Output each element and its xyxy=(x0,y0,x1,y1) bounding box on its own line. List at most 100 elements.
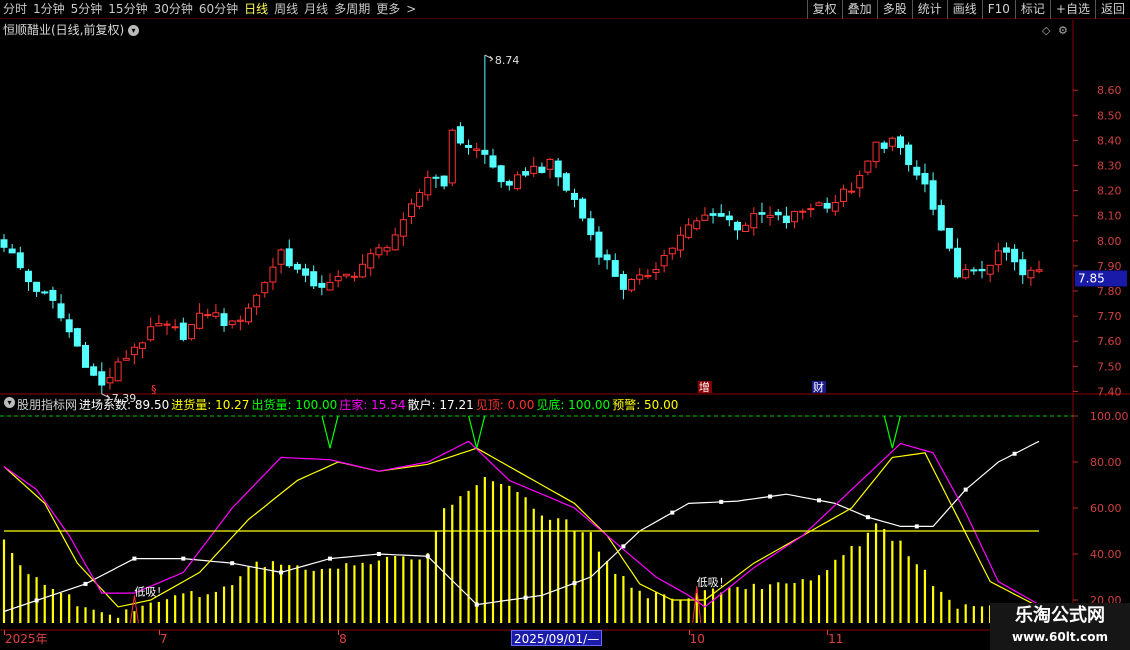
candle-body xyxy=(652,268,660,273)
candle-body xyxy=(261,282,269,294)
candle-body xyxy=(970,269,978,272)
indicator-dot xyxy=(670,510,675,515)
candle-body xyxy=(978,268,986,272)
price-tick-label: 7.40 xyxy=(1097,385,1122,398)
indicator-dot xyxy=(572,581,577,586)
candle-body xyxy=(187,324,195,340)
candle-body xyxy=(538,166,546,173)
candle-body xyxy=(1002,247,1010,253)
candle-body xyxy=(73,328,81,347)
indicator-dot xyxy=(425,554,430,559)
price-tick-label: 8.50 xyxy=(1097,109,1122,122)
gear-icon: ⚙ xyxy=(1058,24,1068,37)
candle-body xyxy=(685,224,693,238)
candle-body xyxy=(782,215,790,224)
candle-body xyxy=(815,202,823,206)
date-label: 8 xyxy=(339,632,347,646)
candle-body xyxy=(750,213,758,229)
candle-body xyxy=(587,218,595,236)
candle-body xyxy=(676,234,684,251)
candle-body xyxy=(212,312,220,317)
candle-body xyxy=(245,307,252,323)
candle-body xyxy=(994,250,1002,266)
candle-body xyxy=(293,263,301,270)
candle-body xyxy=(302,268,310,276)
candle-body xyxy=(448,129,456,184)
watermark-url: www.60lt.com xyxy=(1011,630,1109,644)
date-label: 10 xyxy=(689,632,705,646)
candle-body xyxy=(171,326,179,329)
indicator-title: 股朋指标网 xyxy=(17,398,78,412)
high-arrow xyxy=(484,54,494,62)
indicator-tick-label: 80.00 xyxy=(1090,456,1122,469)
legend-item: 出货量: 100.00 xyxy=(251,398,338,412)
indicator-dot xyxy=(474,602,479,607)
candle-body xyxy=(236,319,244,322)
candle-body xyxy=(962,268,970,279)
watermark: 乐淘公式网 www.60lt.com xyxy=(990,603,1130,650)
candle-body xyxy=(530,165,538,174)
candle-body xyxy=(872,141,880,163)
price-tick-label: 8.20 xyxy=(1097,185,1122,198)
watermark-title: 乐淘公式网 xyxy=(1015,605,1105,626)
candle-body xyxy=(774,211,782,216)
candle-body xyxy=(848,190,856,193)
legend-item: 庄家: 15.54 xyxy=(339,398,406,412)
candle-body xyxy=(562,173,570,191)
candle-body xyxy=(791,210,799,223)
candle-body xyxy=(285,248,293,267)
indicator-dot xyxy=(230,561,235,566)
indicator-dot xyxy=(328,556,332,561)
candle-body xyxy=(204,314,212,317)
legend-item: 散户: 17.21 xyxy=(407,398,474,412)
candle-body xyxy=(24,270,32,283)
candle-body xyxy=(277,249,285,265)
candle-body xyxy=(114,361,122,382)
candle-body xyxy=(497,165,505,183)
candle-body xyxy=(644,275,652,278)
legend-item: 预警: 50.00 xyxy=(612,398,679,412)
candle-body xyxy=(856,174,864,189)
indicator-dot xyxy=(34,598,39,603)
candle-body xyxy=(595,231,603,258)
candle-body xyxy=(228,320,236,326)
candle-body xyxy=(391,234,399,251)
chart-area[interactable]: ◇ ⚙ 7.407.507.607.707.807.908.008.108.208… xyxy=(0,0,1130,650)
candle-body xyxy=(49,289,57,301)
indicator-tick-label: 100.00 xyxy=(1090,410,1129,423)
price-tick-label: 8.00 xyxy=(1097,235,1122,248)
candle-body xyxy=(106,377,114,384)
candle-body xyxy=(432,176,440,179)
candle-body xyxy=(90,366,98,376)
candle-body xyxy=(465,144,473,148)
date-label: 11 xyxy=(828,632,844,646)
top-signal xyxy=(883,415,901,449)
candle-body xyxy=(709,213,717,216)
price-tick-label: 8.10 xyxy=(1097,210,1122,223)
candle-body xyxy=(8,248,16,254)
indicator-dot xyxy=(523,595,528,600)
price-tick-label: 7.70 xyxy=(1097,310,1122,323)
candle-body xyxy=(253,294,261,308)
chevron-down-icon[interactable]: ▾ xyxy=(4,397,15,408)
price-tick-label: 8.60 xyxy=(1097,84,1122,97)
indicator-dot xyxy=(865,515,870,520)
date-tick xyxy=(338,630,340,635)
buy-annotation: 低吸！ xyxy=(134,585,167,598)
candle-body xyxy=(888,137,896,147)
candle-body xyxy=(913,166,921,176)
candle-body xyxy=(155,323,163,327)
candle-body xyxy=(269,266,277,283)
candle-body xyxy=(318,282,326,288)
candle-body xyxy=(1035,269,1043,272)
candle-body xyxy=(505,181,513,186)
indicator-dot xyxy=(817,498,821,503)
date-label: 2025年 xyxy=(5,632,48,646)
indicator-dot xyxy=(181,556,186,561)
candle-body xyxy=(408,203,415,217)
date-tick xyxy=(827,630,829,635)
candle-body xyxy=(522,171,530,176)
candle-body xyxy=(554,160,562,178)
candle-body xyxy=(864,160,872,173)
indicator-dot xyxy=(376,552,381,556)
